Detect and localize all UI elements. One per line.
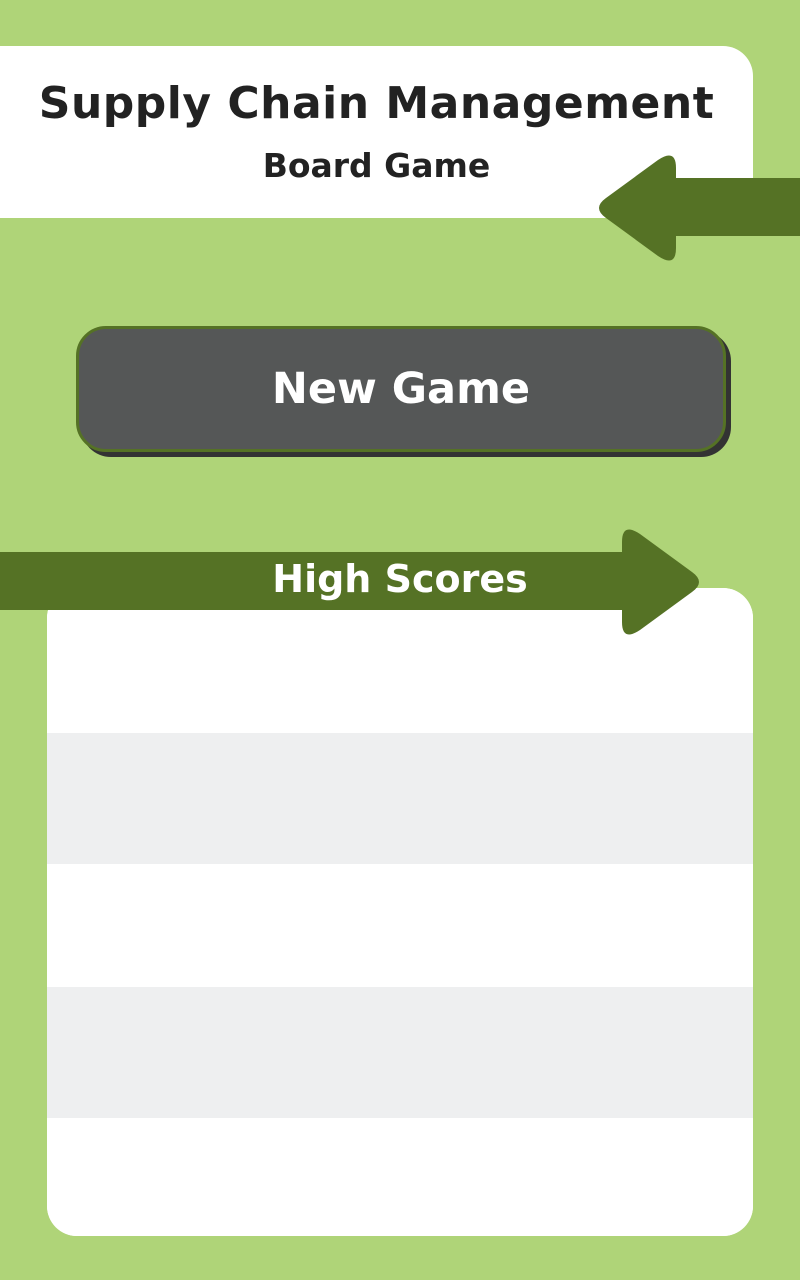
score-row (47, 733, 753, 864)
page-title: Supply Chain Management (38, 78, 715, 129)
score-row (47, 864, 753, 987)
new-game-button[interactable]: New Game (76, 326, 726, 452)
high-scores-panel (47, 588, 753, 1236)
score-row (47, 987, 753, 1118)
back-arrow-icon[interactable] (596, 150, 800, 266)
high-scores-label: High Scores (272, 557, 528, 601)
score-row (47, 1118, 753, 1236)
